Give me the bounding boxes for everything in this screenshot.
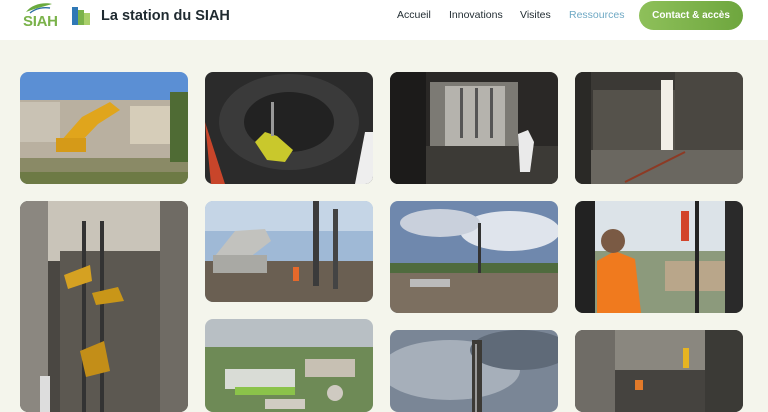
gallery-photo-empty-chamber[interactable] [575,72,743,184]
gallery-photo-worker-in-chamber[interactable] [390,72,558,184]
station-logo-icon[interactable] [72,6,92,26]
siah-logo-text: SIAH [23,13,58,30]
gallery-photo-crane-operator[interactable] [575,201,743,313]
photo-image [390,330,558,412]
siah-logo[interactable]: SIAH [20,2,58,32]
gallery-photo-drilling-rig[interactable] [205,201,373,302]
photo-image [390,72,558,184]
photo-image [575,330,743,412]
nav-ressources[interactable]: Ressources [569,9,624,21]
site-header: SIAH La station du SIAH Accueil Innovati… [0,0,768,40]
gallery-photo-tank-interior[interactable] [575,330,743,412]
gallery-photo-worker-in-pit[interactable] [205,72,373,184]
photo-image [20,72,188,184]
photo-image [205,319,373,412]
gallery-photo-excavator-demolition[interactable] [20,72,188,184]
gallery-photo-equipment-shaft[interactable] [20,201,188,412]
photo-image [20,201,188,412]
photo-image [390,201,558,313]
gallery-photo-aerial-plant[interactable] [205,319,373,412]
nav-visites[interactable]: Visites [520,9,551,21]
gallery-photo-pile-sky[interactable] [390,330,558,412]
contact-access-button[interactable]: Contact & accès [639,1,743,30]
photo-image [205,72,373,184]
photo-image [205,201,373,302]
nav-innovations[interactable]: Innovations [449,9,503,21]
nav-accueil[interactable]: Accueil [397,9,431,21]
photo-image [575,72,743,184]
gallery-photo-site-panorama[interactable] [390,201,558,313]
site-title[interactable]: La station du SIAH [101,8,230,24]
photo-image [575,201,743,313]
